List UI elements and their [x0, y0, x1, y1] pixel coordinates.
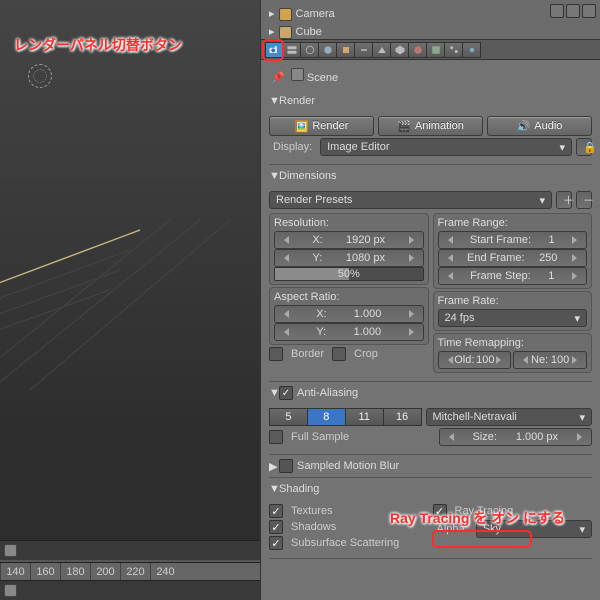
- aa-size[interactable]: Size:1.000 px: [439, 428, 593, 446]
- render-button[interactable]: 🖼️ Render: [269, 116, 374, 136]
- editor-type-icon[interactable]: [4, 584, 17, 597]
- tab-data[interactable]: [391, 42, 409, 58]
- tick: 140: [0, 563, 30, 580]
- tab-material[interactable]: [409, 42, 427, 58]
- camera-icon: [279, 8, 292, 21]
- tab-world[interactable]: [319, 42, 337, 58]
- lock-ui-icon[interactable]: 🔒: [576, 138, 592, 156]
- timeline[interactable]: 140 160 180 200 220 240: [0, 562, 260, 580]
- motion-blur-header[interactable]: ▶ Sampled Motion Blur: [269, 457, 592, 475]
- shading-header[interactable]: ▼Shading: [269, 480, 592, 498]
- pin-icon[interactable]: 📌: [271, 72, 285, 84]
- fps-select[interactable]: 24 fps▾: [438, 309, 588, 327]
- time-remap-box: Time Remapping: Old:100 Ne:100: [433, 333, 593, 373]
- tab-render-layers[interactable]: [283, 42, 301, 58]
- textures-checkbox[interactable]: [269, 504, 283, 518]
- raytracing-checkbox[interactable]: [433, 504, 447, 518]
- shadows-checkbox[interactable]: [269, 520, 283, 534]
- timeline-header[interactable]: [0, 580, 260, 600]
- viewport-header[interactable]: [0, 540, 260, 560]
- tick: 220: [120, 563, 150, 580]
- remap-new[interactable]: Ne:100: [513, 351, 587, 369]
- outliner-item-camera[interactable]: Camera: [296, 6, 335, 22]
- section-dimensions-header[interactable]: ▼Dimensions: [269, 167, 592, 185]
- tab-texture[interactable]: [427, 42, 445, 58]
- image-icon: 🖼️: [295, 120, 309, 133]
- aa-toggle[interactable]: [279, 386, 293, 400]
- tab-scene[interactable]: [301, 42, 319, 58]
- sss-checkbox[interactable]: [269, 536, 283, 550]
- tab-physics[interactable]: [463, 42, 481, 58]
- render-presets[interactable]: Render Presets▾: [269, 191, 552, 209]
- properties-panel: ▸ Camera ▸ Cube 📌 Scene ▼Render: [260, 0, 600, 600]
- aa-filter[interactable]: Mitchell-Netravali▾: [426, 408, 593, 426]
- frame-range-box: Frame Range: Start Frame:1 End Frame:250…: [433, 213, 593, 289]
- aa-header[interactable]: ▼ Anti-Aliasing: [269, 384, 592, 402]
- tick: 160: [30, 563, 60, 580]
- frame-rate-box: Frame Rate: 24 fps▾: [433, 291, 593, 331]
- mesh-icon: [279, 26, 292, 39]
- section-motion-blur: ▶ Sampled Motion Blur: [269, 455, 592, 478]
- aa-samples[interactable]: 5 8 11 16: [269, 408, 422, 426]
- resolution-pct[interactable]: 50%: [274, 267, 424, 281]
- section-shading: ▼Shading Textures Shadows Subsurface Sca…: [269, 478, 592, 559]
- clapper-icon: 🎬: [397, 120, 411, 133]
- tick: 180: [60, 563, 90, 580]
- section-anti-aliasing: ▼ Anti-Aliasing 5 8 11 16 Mitchell-Netra…: [269, 382, 592, 455]
- crop-checkbox[interactable]: [332, 347, 346, 361]
- editor-type-icon[interactable]: [4, 544, 17, 557]
- section-render-header[interactable]: ▼Render: [269, 92, 592, 110]
- end-frame[interactable]: End Frame:250: [438, 249, 588, 267]
- frame-step[interactable]: Frame Step:1: [438, 267, 588, 285]
- preset-add[interactable]: ＋: [556, 191, 572, 209]
- tick: 200: [90, 563, 120, 580]
- tab-particles[interactable]: [445, 42, 463, 58]
- display-select[interactable]: Image Editor▾: [320, 138, 572, 156]
- remap-old[interactable]: Old:100: [438, 351, 512, 369]
- tab-modifiers[interactable]: [373, 42, 391, 58]
- section-dimensions: ▼Dimensions Render Presets▾ ＋ － Resoluti…: [269, 165, 592, 382]
- properties-body[interactable]: 📌 Scene ▼Render 🖼️ Render 🎬 Animation: [261, 60, 600, 600]
- motion-blur-toggle[interactable]: [279, 459, 293, 473]
- border-checkbox[interactable]: [269, 347, 283, 361]
- aspect-y[interactable]: Y:1.000: [274, 323, 424, 341]
- tab-constraints[interactable]: [355, 42, 373, 58]
- outliner-item-cube[interactable]: Cube: [296, 24, 322, 40]
- resolution-y[interactable]: Y:1080 px: [274, 249, 424, 267]
- context-tabs: [261, 40, 600, 60]
- tab-render[interactable]: [265, 42, 283, 58]
- aspect-box: Aspect Ratio: X:1.000 Y:1.000: [269, 287, 429, 345]
- speaker-icon: 🔊: [517, 120, 531, 133]
- viewport-3d[interactable]: [0, 0, 260, 560]
- full-sample-checkbox[interactable]: [269, 430, 283, 444]
- scene-icon: [291, 68, 304, 81]
- tick: 240: [150, 563, 180, 580]
- animation-button[interactable]: 🎬 Animation: [378, 116, 483, 136]
- scene-link[interactable]: Scene: [307, 72, 338, 84]
- resolution-x[interactable]: X:1920 px: [274, 231, 424, 249]
- breadcrumb: 📌 Scene: [269, 64, 592, 90]
- aspect-x[interactable]: X:1.000: [274, 305, 424, 323]
- audio-button[interactable]: 🔊 Audio: [487, 116, 592, 136]
- resolution-box: Resolution: X:1920 px Y:1080 px 50%: [269, 213, 429, 285]
- outliner[interactable]: ▸ Camera ▸ Cube: [261, 0, 600, 40]
- tab-object[interactable]: [337, 42, 355, 58]
- preset-remove[interactable]: －: [576, 191, 592, 209]
- outliner-restrict-cols[interactable]: [550, 4, 596, 18]
- display-label: Display:: [269, 141, 316, 153]
- cursor-3d: [28, 64, 52, 88]
- alpha-select[interactable]: Sky▾: [476, 520, 592, 538]
- start-frame[interactable]: Start Frame:1: [438, 231, 588, 249]
- section-render: ▼Render 🖼️ Render 🎬 Animation 🔊 Audio Di…: [269, 90, 592, 165]
- camera-icon: [268, 44, 280, 56]
